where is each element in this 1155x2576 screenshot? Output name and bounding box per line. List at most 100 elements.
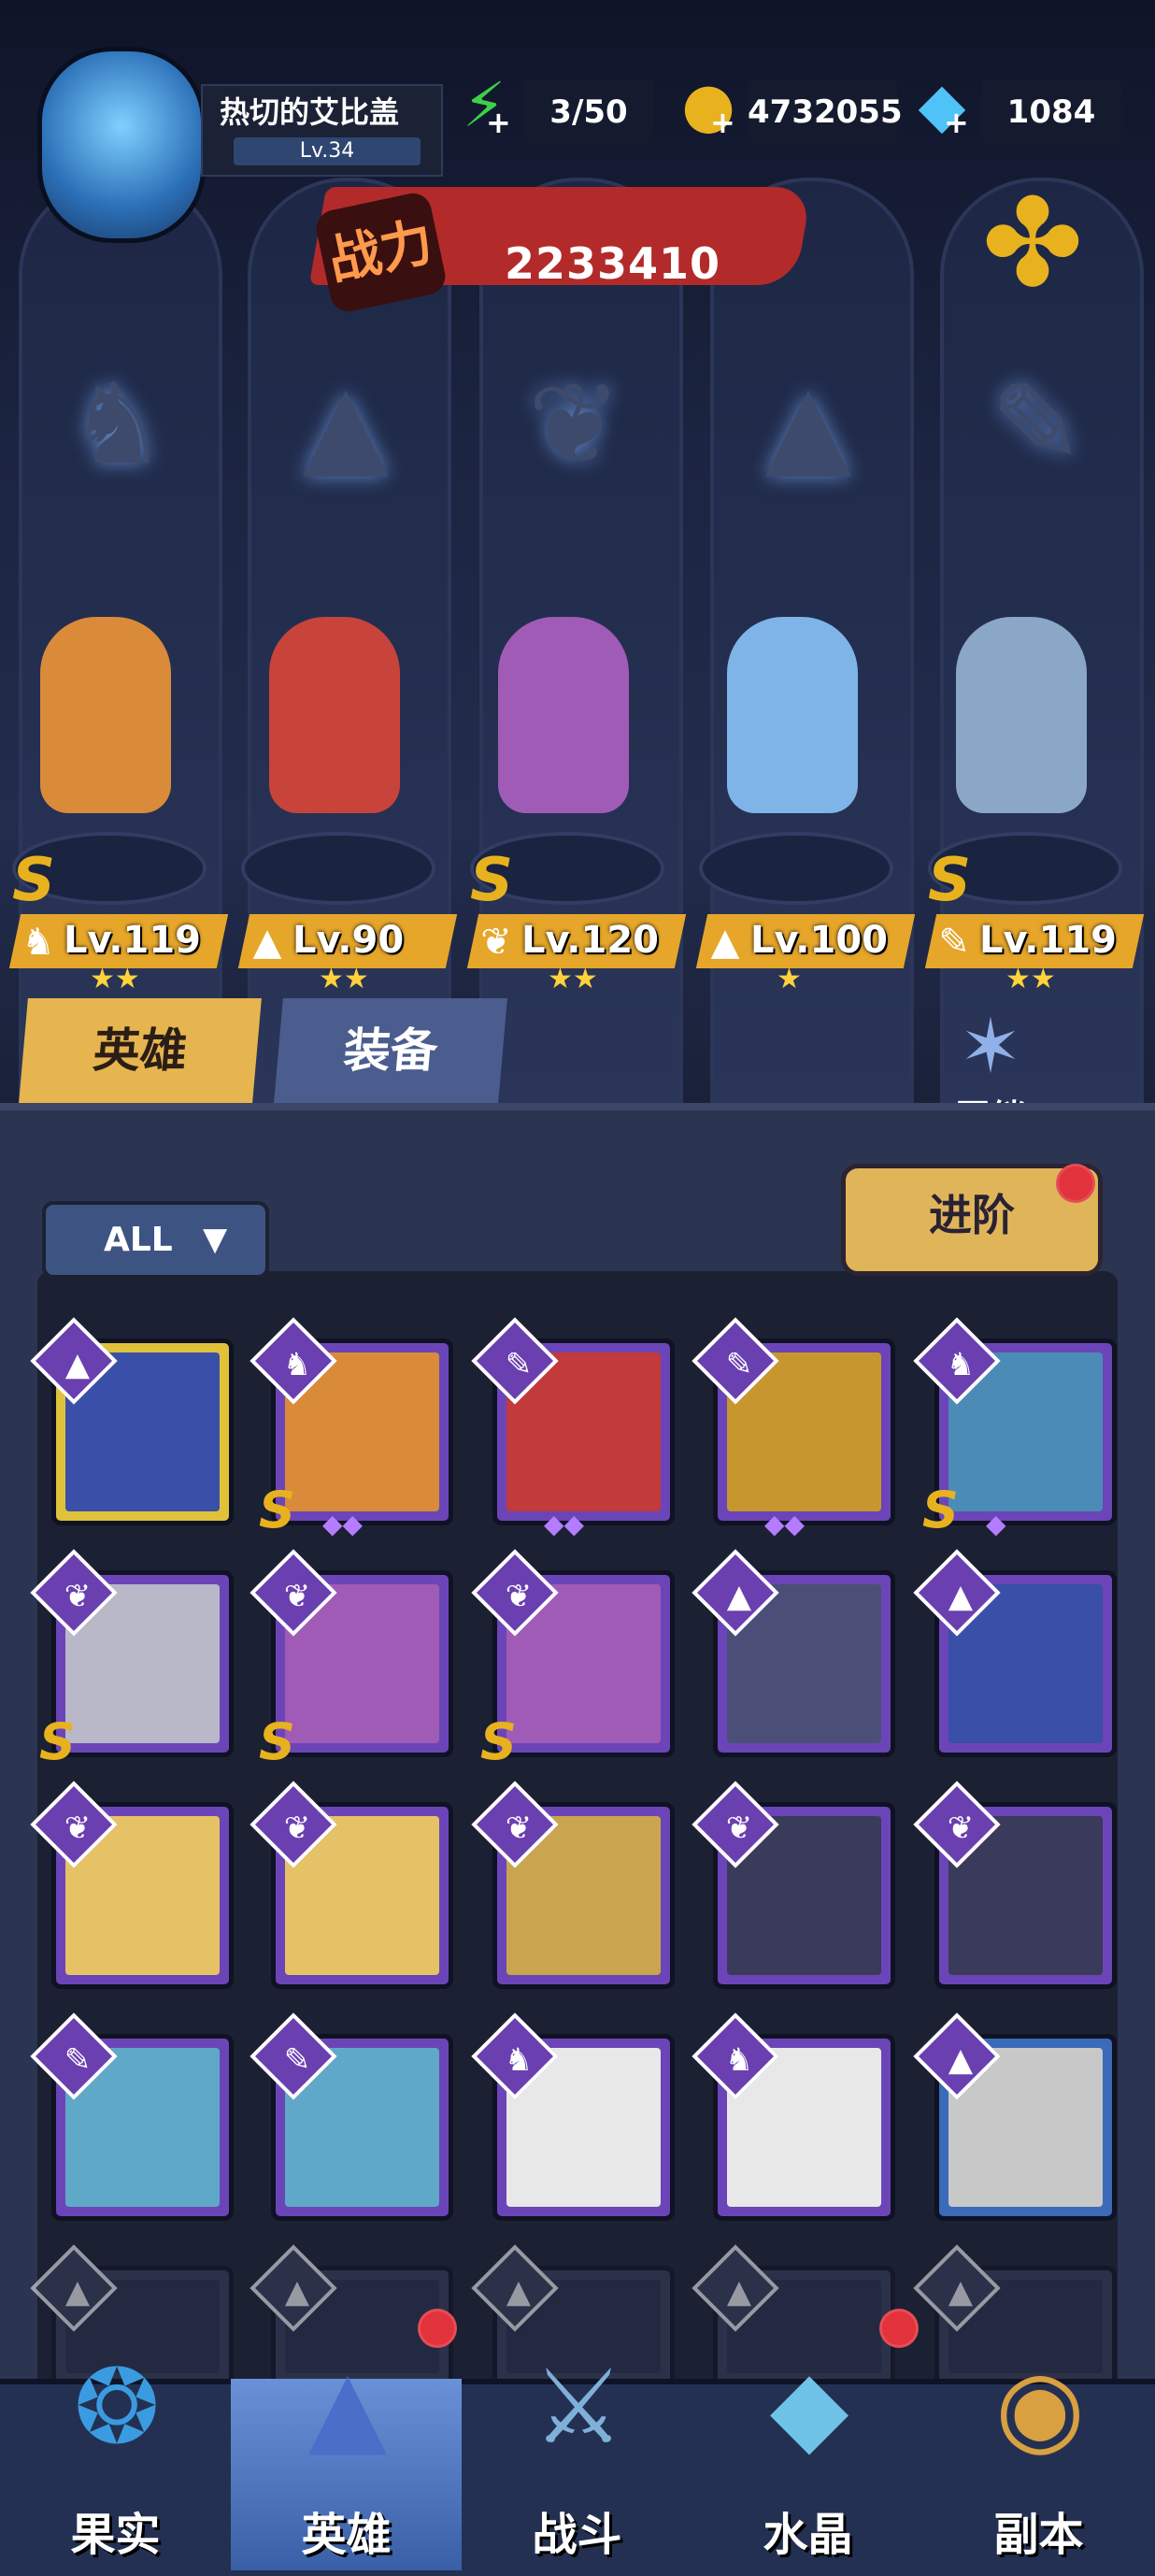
hero-level: Lv.90 xyxy=(292,919,405,962)
hero-stars: ◆◆ xyxy=(544,1509,585,1539)
nav-item-2[interactable]: ⚔ 战斗 xyxy=(462,2347,692,2570)
hero-figure[interactable] xyxy=(956,617,1087,813)
hero-class-icon: ✎ xyxy=(938,921,970,964)
hero-card[interactable]: ✎ xyxy=(250,2012,453,2221)
advance-notification-dot xyxy=(1056,1164,1095,1203)
add-stamina-button[interactable]: + xyxy=(486,105,511,140)
team-hero-slot[interactable] xyxy=(236,598,435,905)
rank-badge: S xyxy=(39,1712,76,1771)
hero-figure[interactable] xyxy=(269,617,400,813)
class-icon: ❦ xyxy=(283,1810,311,1847)
hero-figure[interactable] xyxy=(498,617,629,813)
nav-item-1[interactable]: ▲ 英雄 xyxy=(231,2347,462,2570)
bond-icon: ✶ xyxy=(959,1003,1022,1090)
rank-badge: S xyxy=(922,1481,959,1539)
fruit-icon: ❂ xyxy=(73,2347,161,2467)
hero-figure[interactable] xyxy=(40,617,171,813)
hero-card[interactable]: ❦ xyxy=(692,1781,895,1989)
class-icon: ▲ xyxy=(284,2273,310,2311)
rank-badge: S xyxy=(928,846,972,915)
rank-badge: S xyxy=(480,1712,517,1771)
filter-dropdown[interactable]: ALL ▼ xyxy=(42,1201,269,1279)
nav-item-4[interactable]: ◉ 副本 xyxy=(923,2347,1154,2570)
hero-figure[interactable] xyxy=(727,617,858,813)
hero-card[interactable]: ✎ ◆◆ xyxy=(692,1317,895,1539)
class-icon: ▲ xyxy=(948,2041,974,2079)
hero-card[interactable]: ▲ xyxy=(913,2012,1117,2221)
nav-label: 副本 xyxy=(993,2509,1084,2561)
hero-pedestal xyxy=(699,832,893,905)
settings-flower-icon[interactable]: ✤ xyxy=(967,178,1098,308)
crystal-icon: ◆ xyxy=(769,2347,849,2467)
team-hero-slot[interactable] xyxy=(694,598,893,905)
hero-card[interactable]: ❦ S xyxy=(471,1549,675,1771)
hero-card[interactable]: ❦ xyxy=(30,1781,234,1989)
hero-card[interactable]: ❦ xyxy=(471,1781,675,1989)
hero-card[interactable]: ♞ S ◆◆ xyxy=(250,1317,453,1539)
hero-stars: ★ xyxy=(777,963,802,995)
class-icon: ❦ xyxy=(64,1810,92,1847)
player-level: Lv.34 xyxy=(234,137,421,165)
player-name: 热切的艾比盖 xyxy=(220,94,400,130)
class-icon: ✎ xyxy=(505,1346,533,1383)
hero-stars: ★★ xyxy=(548,963,598,995)
hero-pedestal xyxy=(241,832,435,905)
nav-item-0[interactable]: ❂ 果实 xyxy=(0,2347,231,2570)
class-icon: ❦ xyxy=(64,1578,92,1615)
gold-value: 4732055 xyxy=(748,79,903,145)
hero-card[interactable]: ✎ ◆◆ xyxy=(471,1317,675,1539)
team-hero-slot[interactable] xyxy=(7,598,207,905)
add-diamond-button[interactable]: + xyxy=(944,105,969,140)
hero-card[interactable]: ♞ xyxy=(471,2012,675,2221)
class-icon: ❦ xyxy=(283,1578,311,1615)
team-hero-slot[interactable] xyxy=(923,598,1122,905)
team-hero-slot[interactable] xyxy=(465,598,664,905)
hero-card[interactable]: ❦ S xyxy=(30,1549,234,1771)
wing-icon: ❦ xyxy=(527,360,622,490)
tab-heroes[interactable]: 英雄 xyxy=(19,998,262,1103)
hero-card[interactable]: ▲ xyxy=(692,1549,895,1757)
hero-level: Lv.119 xyxy=(64,919,201,962)
class-icon: ✎ xyxy=(283,2041,311,2079)
hero-class-icon: ▲ xyxy=(252,921,282,964)
nav-notification-dot xyxy=(418,2309,457,2348)
stamina-value: 3/50 xyxy=(523,79,654,145)
class-icon: ❦ xyxy=(725,1810,753,1847)
class-icon: ▲ xyxy=(64,1346,91,1383)
hero-wizard-icon: ▲ xyxy=(307,2347,388,2467)
hero-level: Lv.100 xyxy=(750,919,888,962)
class-icon: ▲ xyxy=(948,2273,974,2311)
hero-card[interactable]: ✎ xyxy=(30,2012,234,2221)
wizard-hat-icon: ▲ xyxy=(302,360,390,490)
hero-level: Lv.120 xyxy=(521,919,659,962)
class-icon: ❦ xyxy=(505,1810,533,1847)
class-icon: ▲ xyxy=(948,1578,974,1615)
nav-item-3[interactable]: ◆ 水晶 xyxy=(692,2347,923,2570)
power-value: 2233410 xyxy=(505,238,721,289)
beast-emblem-icon: ♞ xyxy=(66,360,167,490)
player-avatar[interactable] xyxy=(37,47,206,243)
hero-card[interactable]: ♞ S ◆ xyxy=(913,1317,1117,1539)
class-icon: ♞ xyxy=(724,2041,754,2079)
hero-class-icon: ▲ xyxy=(710,921,740,964)
hero-card[interactable]: ❦ xyxy=(913,1781,1117,1989)
rank-badge: S xyxy=(259,1712,295,1771)
hero-stars: ★★ xyxy=(90,963,140,995)
add-gold-button[interactable]: + xyxy=(710,105,735,140)
hero-stars: ◆◆ xyxy=(322,1509,364,1539)
class-icon: ▲ xyxy=(506,2273,532,2311)
class-icon: ♞ xyxy=(282,1346,312,1383)
class-icon: ♞ xyxy=(504,2041,534,2079)
class-icon: ♞ xyxy=(946,1346,976,1383)
hero-card[interactable]: ▲ xyxy=(30,1317,234,1525)
hero-stars: ◆◆ xyxy=(764,1509,806,1539)
hero-card[interactable]: ▲ xyxy=(913,1549,1117,1757)
chevron-down-icon: ▼ xyxy=(203,1221,228,1258)
rank-badge: S xyxy=(12,846,56,915)
hero-card[interactable]: ♞ xyxy=(692,2012,895,2221)
hero-card[interactable]: ❦ S xyxy=(250,1549,453,1771)
hero-card[interactable]: ❦ xyxy=(250,1781,453,1989)
class-icon: ▲ xyxy=(64,2273,91,2311)
class-icon: ▲ xyxy=(726,1578,752,1615)
tab-equipment[interactable]: 装备 xyxy=(274,998,507,1103)
